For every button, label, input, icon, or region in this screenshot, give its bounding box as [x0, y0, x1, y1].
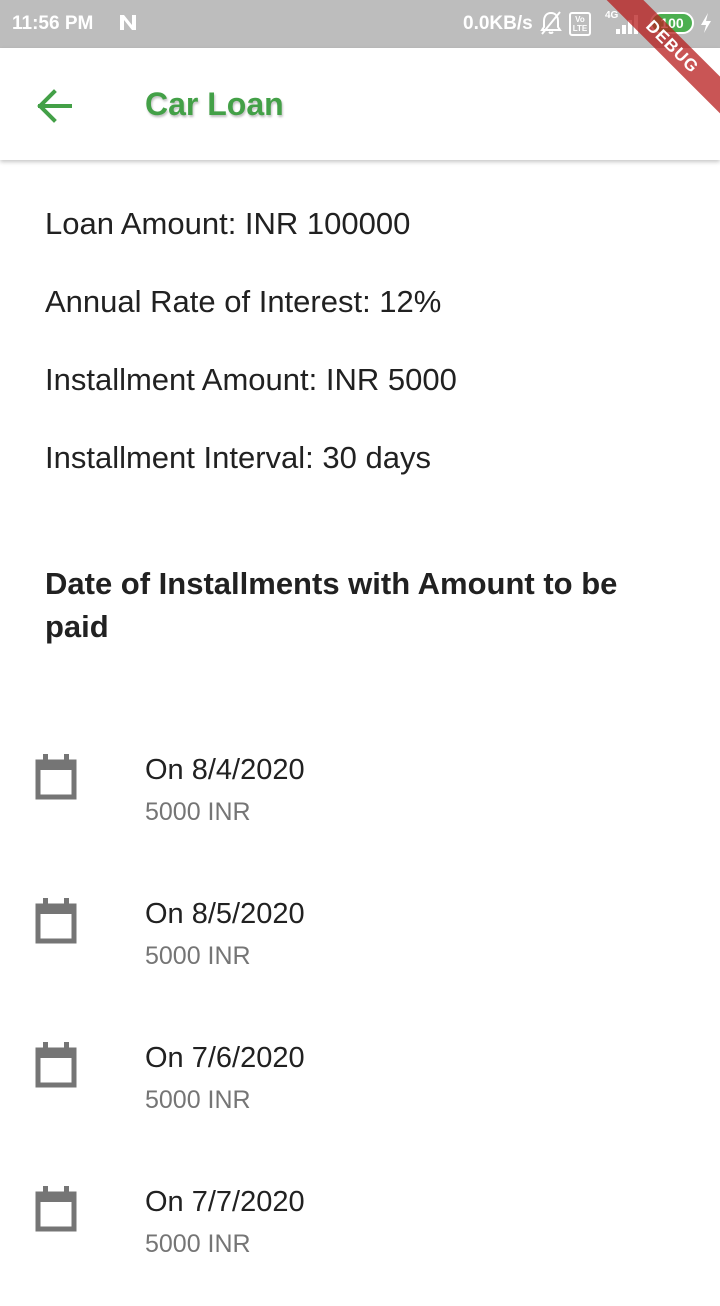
installment-amount: 5000 INR	[145, 942, 251, 970]
list-item: On 7/6/2020 5000 INR	[0, 1042, 720, 1162]
installment-amount: 5000 INR	[145, 1086, 251, 1114]
bell-off-icon	[540, 11, 562, 35]
calendar-icon	[35, 1186, 77, 1232]
installment-date: On 8/5/2020	[145, 898, 305, 930]
calendar-icon	[35, 898, 77, 944]
calendar-icon	[35, 1042, 77, 1088]
network-speed: 0.0KB/s	[463, 13, 533, 34]
installment-interval-text: Installment Interval: 30 days	[45, 440, 431, 475]
page-title: Car Loan	[145, 86, 284, 122]
app-bar: Car Loan	[0, 48, 720, 160]
installment-amount: 5000 INR	[145, 1230, 251, 1258]
installment-date: On 7/7/2020	[145, 1186, 305, 1218]
charging-bolt-icon	[701, 13, 711, 33]
installment-date: On 7/6/2020	[145, 1042, 305, 1074]
status-bar: 11:56 PM 0.0KB/s Vo LTE 4G 100	[0, 0, 720, 48]
loan-amount-text: Loan Amount: INR 100000	[45, 206, 411, 241]
list-item: On 8/4/2020 5000 INR	[0, 754, 720, 874]
interest-rate-text: Annual Rate of Interest: 12%	[45, 284, 442, 319]
calendar-icon	[35, 754, 77, 800]
back-arrow-icon[interactable]	[30, 82, 78, 130]
status-time: 11:56 PM	[12, 13, 94, 34]
installment-date: On 8/4/2020	[145, 754, 305, 786]
installment-amount: 5000 INR	[145, 798, 251, 826]
volte-badge: Vo LTE	[569, 12, 591, 36]
schedule-heading: Date of Installments with Amount to be p…	[45, 566, 618, 644]
notification-n-icon	[120, 15, 136, 30]
list-item: On 8/5/2020 5000 INR	[0, 898, 720, 1018]
network-type: 4G	[605, 10, 619, 21]
installment-amount-text: Installment Amount: INR 5000	[45, 362, 457, 397]
list-item: On 7/7/2020 5000 INR	[0, 1186, 720, 1306]
